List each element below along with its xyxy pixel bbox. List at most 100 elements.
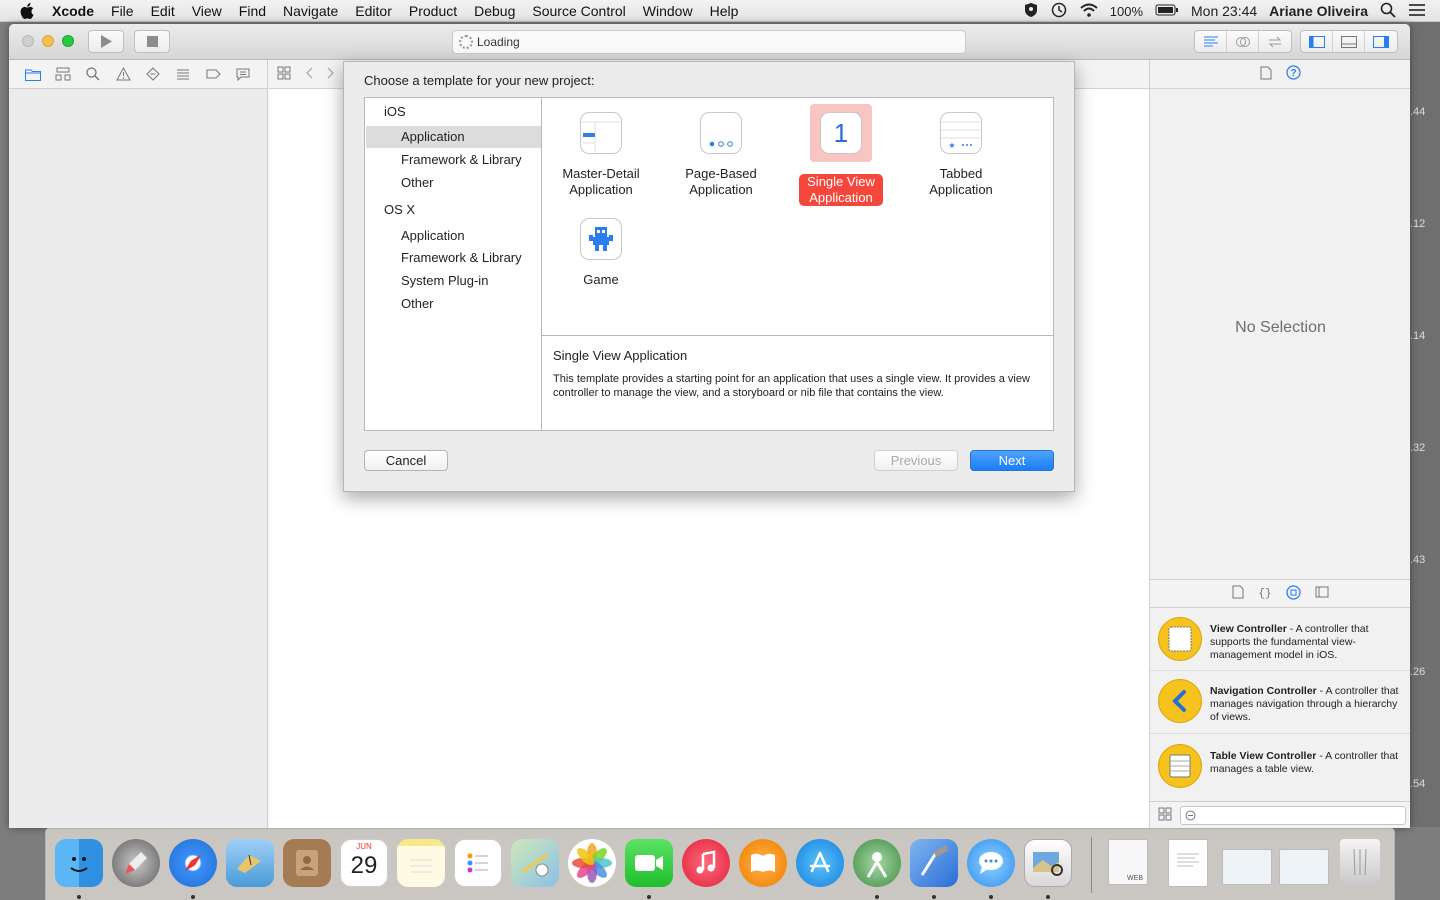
category-ios-other[interactable]: Other xyxy=(366,172,542,194)
ibooks-icon[interactable] xyxy=(739,839,787,887)
zoom-window-button[interactable] xyxy=(62,35,74,47)
tabbed-icon: ★ xyxy=(940,112,982,154)
forward-chevron-icon[interactable] xyxy=(327,67,335,82)
contacts-icon[interactable] xyxy=(283,839,331,887)
menu-product[interactable]: Product xyxy=(409,3,457,19)
calendar-icon[interactable]: JUN 29 xyxy=(340,839,388,887)
warning-icon[interactable] xyxy=(115,66,131,82)
template-tabbed[interactable]: ★ Tabbed Application xyxy=(906,112,1016,198)
screenshot-thumbnail-icon-2[interactable] xyxy=(1279,849,1329,885)
reminders-icon[interactable] xyxy=(454,839,502,887)
menu-editor[interactable]: Editor xyxy=(355,3,392,19)
library-item-table-view-controller[interactable]: Table View Controller - A controller tha… xyxy=(1150,735,1410,801)
messages-icon[interactable] xyxy=(967,839,1015,887)
close-window-button[interactable] xyxy=(22,35,34,47)
preview-icon[interactable] xyxy=(1024,839,1072,887)
web-document-label: WEB xyxy=(1127,875,1143,882)
menu-source-control[interactable]: Source Control xyxy=(532,3,625,19)
web-document-icon[interactable]: WEB xyxy=(1108,839,1148,885)
minimize-window-button[interactable] xyxy=(42,35,54,47)
search-icon[interactable] xyxy=(85,66,101,82)
maps-icon[interactable] xyxy=(511,839,559,887)
menu-file[interactable]: File xyxy=(111,3,134,19)
template-page-based[interactable]: Page-Based Application xyxy=(666,112,776,198)
library-filter-input[interactable] xyxy=(1180,805,1406,825)
report-bubble-icon[interactable] xyxy=(235,66,251,82)
template-single-view[interactable]: 1 Single View Application xyxy=(786,104,896,206)
quick-help-icon[interactable]: ? xyxy=(1286,65,1301,83)
category-ios-application[interactable]: Application xyxy=(366,126,542,148)
code-snippet-library-icon[interactable]: {} xyxy=(1258,585,1272,602)
battery-icon[interactable] xyxy=(1155,3,1179,19)
app-store-icon[interactable] xyxy=(796,839,844,887)
debug-navigator-icon[interactable] xyxy=(175,66,191,82)
stop-button[interactable] xyxy=(134,30,170,53)
menu-help[interactable]: Help xyxy=(710,3,739,19)
object-library-icon[interactable] xyxy=(1286,584,1301,603)
category-osx-other[interactable]: Other xyxy=(366,293,542,315)
category-osx-framework-library[interactable]: Framework & Library xyxy=(366,247,542,269)
menu-navigate[interactable]: Navigate xyxy=(283,3,338,19)
back-chevron-icon[interactable] xyxy=(305,67,313,82)
apple-menu-icon[interactable] xyxy=(18,2,36,20)
library-item-view-controller[interactable]: View Controller - A controller that supp… xyxy=(1150,609,1410,671)
standard-editor-icon[interactable] xyxy=(1195,31,1227,52)
menu-app-name[interactable]: Xcode xyxy=(52,3,94,19)
template-game[interactable]: Game xyxy=(546,218,656,288)
android-studio-icon[interactable] xyxy=(853,839,901,887)
facetime-icon[interactable] xyxy=(625,839,673,887)
notification-center-icon[interactable] xyxy=(1408,3,1426,20)
svg-text:★: ★ xyxy=(948,141,955,150)
photos-icon[interactable] xyxy=(568,839,616,887)
template-master-detail[interactable]: Master-Detail Application xyxy=(546,112,656,198)
xcode-icon[interactable] xyxy=(910,839,958,887)
safari-icon[interactable] xyxy=(169,839,217,887)
navigator-toggle-icon[interactable] xyxy=(1301,31,1333,52)
mail-icon[interactable] xyxy=(226,839,274,887)
library-item-navigation-controller[interactable]: Navigation Controller - A controller tha… xyxy=(1150,672,1410,734)
media-library-icon[interactable] xyxy=(1315,586,1329,601)
template-label-line1: Single View xyxy=(807,174,875,189)
category-osx-system-plugin[interactable]: System Plug-in xyxy=(366,270,542,292)
category-osx-application[interactable]: Application xyxy=(366,225,542,247)
wifi-icon[interactable] xyxy=(1080,3,1098,20)
document-stack-icon[interactable] xyxy=(1168,839,1208,887)
grid-view-icon[interactable] xyxy=(1158,807,1172,824)
symbol-navigator-icon[interactable] xyxy=(55,66,71,82)
file-template-library-icon[interactable] xyxy=(1232,585,1244,602)
menu-debug[interactable]: Debug xyxy=(474,3,515,19)
screenshot-thumbnail-icon[interactable] xyxy=(1222,849,1272,885)
assistant-editor-icon[interactable] xyxy=(1227,31,1259,52)
menu-edit[interactable]: Edit xyxy=(151,3,175,19)
trash-icon[interactable] xyxy=(1340,839,1380,885)
test-diamond-icon[interactable] xyxy=(145,66,161,82)
folder-icon[interactable] xyxy=(25,66,41,82)
menu-clock[interactable]: Mon 23:44 xyxy=(1191,3,1257,19)
launchpad-icon[interactable] xyxy=(112,839,160,887)
menu-view[interactable]: View xyxy=(192,3,222,19)
version-editor-icon[interactable] xyxy=(1259,31,1291,52)
related-items-grid-icon[interactable] xyxy=(277,66,291,83)
shield-icon[interactable] xyxy=(1024,2,1038,21)
menu-window[interactable]: Window xyxy=(643,3,693,19)
template-label-line1: Master-Detail xyxy=(562,166,640,181)
next-button[interactable]: Next xyxy=(970,450,1054,471)
category-ios-framework-library[interactable]: Framework & Library xyxy=(366,149,542,171)
utilities-toggle-icon[interactable] xyxy=(1365,31,1397,52)
finder-icon[interactable] xyxy=(55,839,103,887)
spotlight-search-icon[interactable] xyxy=(1380,2,1396,21)
notes-icon[interactable] xyxy=(397,839,445,887)
breakpoint-icon[interactable] xyxy=(205,66,221,82)
previous-button[interactable]: Previous xyxy=(874,450,958,471)
time-machine-icon[interactable] xyxy=(1050,2,1068,21)
file-inspector-icon[interactable] xyxy=(1260,66,1272,83)
menu-user-name[interactable]: Ariane Oliveira xyxy=(1269,3,1368,19)
debug-area-toggle-icon[interactable] xyxy=(1333,31,1365,52)
menu-find[interactable]: Find xyxy=(239,3,266,19)
template-label-line1: Page-Based xyxy=(685,166,757,181)
run-button[interactable] xyxy=(88,30,124,53)
battery-percent[interactable]: 100% xyxy=(1110,4,1143,19)
cancel-button[interactable]: Cancel xyxy=(364,450,448,471)
itunes-icon[interactable] xyxy=(682,839,730,887)
calendar-month: JUN xyxy=(356,842,372,851)
